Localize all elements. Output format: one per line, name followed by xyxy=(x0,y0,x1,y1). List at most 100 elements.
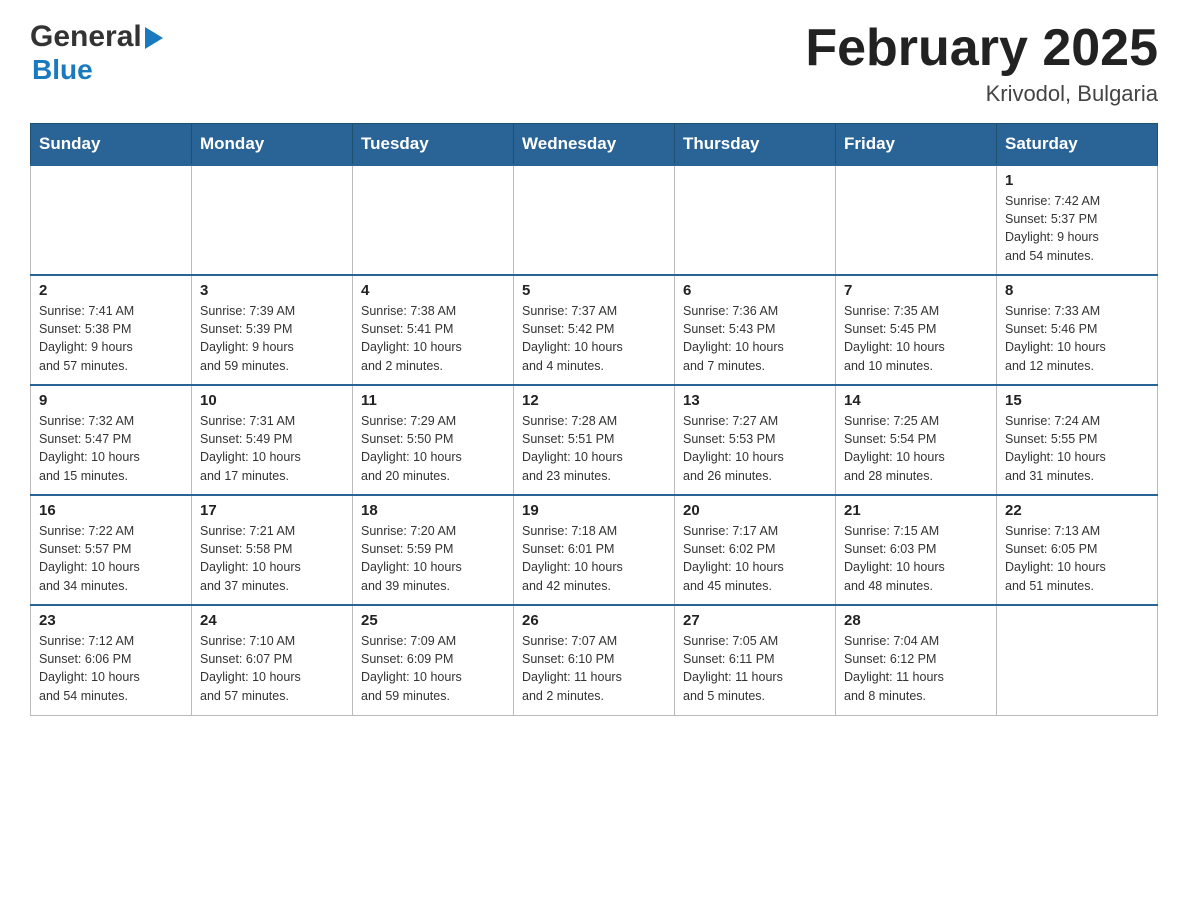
col-sunday: Sunday xyxy=(31,124,192,166)
calendar-cell: 5Sunrise: 7:37 AM Sunset: 5:42 PM Daylig… xyxy=(514,275,675,385)
day-info: Sunrise: 7:24 AM Sunset: 5:55 PM Dayligh… xyxy=(1005,412,1149,485)
logo-arrow-icon xyxy=(145,27,163,49)
calendar-cell: 14Sunrise: 7:25 AM Sunset: 5:54 PM Dayli… xyxy=(836,385,997,495)
day-number: 21 xyxy=(844,502,988,519)
day-number: 19 xyxy=(522,502,666,519)
calendar-cell: 1 Sunrise: 7:42 AM Sunset: 5:37 PM Daylig… xyxy=(997,165,1158,275)
logo-blue-text: Blue xyxy=(32,54,93,85)
day-number: 26 xyxy=(522,612,666,629)
day-info: Sunrise: 7:28 AM Sunset: 5:51 PM Dayligh… xyxy=(522,412,666,485)
calendar-cell: 20 Sunrise: 7:17 AM Sunset: 6:02 PM Dayli… xyxy=(675,495,836,605)
day-number: 6 xyxy=(683,282,827,299)
calendar-cell: 3 Sunrise: 7:39 AM Sunset: 5:39 PM Daylig… xyxy=(192,275,353,385)
day-number: 13 xyxy=(683,392,827,409)
day-info: Sunrise: 7:17 AM Sunset: 6:02 PM Dayligh… xyxy=(683,522,827,595)
day-number: 14 xyxy=(844,392,988,409)
calendar-cell: 27 Sunrise: 7:05 AM Sunset: 6:11 PM Dayli… xyxy=(675,605,836,715)
month-title: February 2025 xyxy=(805,20,1158,77)
day-info: Sunrise: 7:36 AM Sunset: 5:43 PM Dayligh… xyxy=(683,302,827,375)
calendar-cell: 25 Sunrise: 7:09 AM Sunset: 6:09 PM Dayli… xyxy=(353,605,514,715)
day-info: Sunrise: 7:21 AM Sunset: 5:58 PM Dayligh… xyxy=(200,522,344,595)
day-info: Sunrise: 7:05 AM Sunset: 6:11 PM Dayligh… xyxy=(683,632,827,705)
title-block: February 2025 Krivodol, Bulgaria xyxy=(805,20,1158,107)
day-info: Sunrise: 7:33 AM Sunset: 5:46 PM Dayligh… xyxy=(1005,302,1149,375)
day-info: Sunrise: 7:38 AM Sunset: 5:41 PM Dayligh… xyxy=(361,302,505,375)
calendar-cell: 10 Sunrise: 7:31 AM Sunset: 5:49 PM Dayli… xyxy=(192,385,353,495)
calendar-cell: 17 Sunrise: 7:21 AM Sunset: 5:58 PM Dayli… xyxy=(192,495,353,605)
day-number: 17 xyxy=(200,502,344,519)
day-number: 9 xyxy=(39,392,183,409)
location-text: Krivodol, Bulgaria xyxy=(805,81,1158,107)
calendar-cell: 9 Sunrise: 7:32 AM Sunset: 5:47 PM Daylig… xyxy=(31,385,192,495)
day-number: 4 xyxy=(361,282,505,299)
day-info: Sunrise: 7:12 AM Sunset: 6:06 PM Dayligh… xyxy=(39,632,183,705)
day-number: 5 xyxy=(522,282,666,299)
calendar-cell: 21 Sunrise: 7:15 AM Sunset: 6:03 PM Dayli… xyxy=(836,495,997,605)
day-number: 2 xyxy=(39,282,183,299)
calendar-cell: 6 Sunrise: 7:36 AM Sunset: 5:43 PM Daylig… xyxy=(675,275,836,385)
calendar-cell: 16 Sunrise: 7:22 AM Sunset: 5:57 PM Dayli… xyxy=(31,495,192,605)
day-info: Sunrise: 7:32 AM Sunset: 5:47 PM Dayligh… xyxy=(39,412,183,485)
day-number: 15 xyxy=(1005,392,1149,409)
calendar-week-row: 9 Sunrise: 7:32 AM Sunset: 5:47 PM Daylig… xyxy=(31,385,1158,495)
day-info: Sunrise: 7:15 AM Sunset: 6:03 PM Dayligh… xyxy=(844,522,988,595)
col-saturday: Saturday xyxy=(997,124,1158,166)
calendar-cell: 4 Sunrise: 7:38 AM Sunset: 5:41 PM Daylig… xyxy=(353,275,514,385)
calendar-cell xyxy=(836,165,997,275)
calendar-cell: 15 Sunrise: 7:24 AM Sunset: 5:55 PM Dayli… xyxy=(997,385,1158,495)
day-number: 25 xyxy=(361,612,505,629)
day-info: Sunrise: 7:07 AM Sunset: 6:10 PM Dayligh… xyxy=(522,632,666,705)
day-number: 1 xyxy=(1005,172,1149,189)
calendar-cell: 2 Sunrise: 7:41 AM Sunset: 5:38 PM Daylig… xyxy=(31,275,192,385)
calendar-week-row: 1 Sunrise: 7:42 AM Sunset: 5:37 PM Daylig… xyxy=(31,165,1158,275)
calendar-week-row: 23 Sunrise: 7:12 AM Sunset: 6:06 PM Dayli… xyxy=(31,605,1158,715)
calendar-cell: 22 Sunrise: 7:13 AM Sunset: 6:05 PM Dayli… xyxy=(997,495,1158,605)
col-wednesday: Wednesday xyxy=(514,124,675,166)
day-number: 10 xyxy=(200,392,344,409)
day-info: Sunrise: 7:10 AM Sunset: 6:07 PM Dayligh… xyxy=(200,632,344,705)
calendar-header-row: Sunday Monday Tuesday Wednesday Thursday… xyxy=(31,124,1158,166)
day-info: Sunrise: 7:31 AM Sunset: 5:49 PM Dayligh… xyxy=(200,412,344,485)
day-number: 20 xyxy=(683,502,827,519)
calendar-table: Sunday Monday Tuesday Wednesday Thursday… xyxy=(30,123,1158,716)
day-number: 12 xyxy=(522,392,666,409)
day-info: Sunrise: 7:41 AM Sunset: 5:38 PM Dayligh… xyxy=(39,302,183,375)
day-info: Sunrise: 7:09 AM Sunset: 6:09 PM Dayligh… xyxy=(361,632,505,705)
day-number: 27 xyxy=(683,612,827,629)
col-tuesday: Tuesday xyxy=(353,124,514,166)
day-info: Sunrise: 7:20 AM Sunset: 5:59 PM Dayligh… xyxy=(361,522,505,595)
calendar-cell xyxy=(31,165,192,275)
day-info: Sunrise: 7:13 AM Sunset: 6:05 PM Dayligh… xyxy=(1005,522,1149,595)
calendar-cell: 23 Sunrise: 7:12 AM Sunset: 6:06 PM Dayli… xyxy=(31,605,192,715)
page-header: General Blue February 2025 Krivodol, Bul… xyxy=(30,20,1158,107)
day-info: Sunrise: 7:39 AM Sunset: 5:39 PM Dayligh… xyxy=(200,302,344,375)
day-info: Sunrise: 7:29 AM Sunset: 5:50 PM Dayligh… xyxy=(361,412,505,485)
calendar-cell: 24 Sunrise: 7:10 AM Sunset: 6:07 PM Dayli… xyxy=(192,605,353,715)
calendar-week-row: 2 Sunrise: 7:41 AM Sunset: 5:38 PM Daylig… xyxy=(31,275,1158,385)
day-info: Sunrise: 7:27 AM Sunset: 5:53 PM Dayligh… xyxy=(683,412,827,485)
calendar-cell: 11Sunrise: 7:29 AM Sunset: 5:50 PM Dayli… xyxy=(353,385,514,495)
day-info: Sunrise: 7:04 AM Sunset: 6:12 PM Dayligh… xyxy=(844,632,988,705)
calendar-cell xyxy=(514,165,675,275)
day-number: 23 xyxy=(39,612,183,629)
calendar-cell: 28 Sunrise: 7:04 AM Sunset: 6:12 PM Dayli… xyxy=(836,605,997,715)
logo-general-text: General xyxy=(30,20,142,54)
day-number: 16 xyxy=(39,502,183,519)
day-number: 7 xyxy=(844,282,988,299)
calendar-week-row: 16 Sunrise: 7:22 AM Sunset: 5:57 PM Dayli… xyxy=(31,495,1158,605)
col-friday: Friday xyxy=(836,124,997,166)
calendar-cell: 7Sunrise: 7:35 AM Sunset: 5:45 PM Daylig… xyxy=(836,275,997,385)
calendar-cell xyxy=(675,165,836,275)
day-info: Sunrise: 7:22 AM Sunset: 5:57 PM Dayligh… xyxy=(39,522,183,595)
calendar-cell: 13 Sunrise: 7:27 AM Sunset: 5:53 PM Dayli… xyxy=(675,385,836,495)
day-number: 8 xyxy=(1005,282,1149,299)
day-info: Sunrise: 7:42 AM Sunset: 5:37 PM Dayligh… xyxy=(1005,192,1149,265)
day-number: 28 xyxy=(844,612,988,629)
logo: General Blue xyxy=(30,20,163,86)
calendar-cell xyxy=(997,605,1158,715)
calendar-cell: 19Sunrise: 7:18 AM Sunset: 6:01 PM Dayli… xyxy=(514,495,675,605)
calendar-cell xyxy=(353,165,514,275)
day-number: 22 xyxy=(1005,502,1149,519)
day-number: 24 xyxy=(200,612,344,629)
day-number: 3 xyxy=(200,282,344,299)
